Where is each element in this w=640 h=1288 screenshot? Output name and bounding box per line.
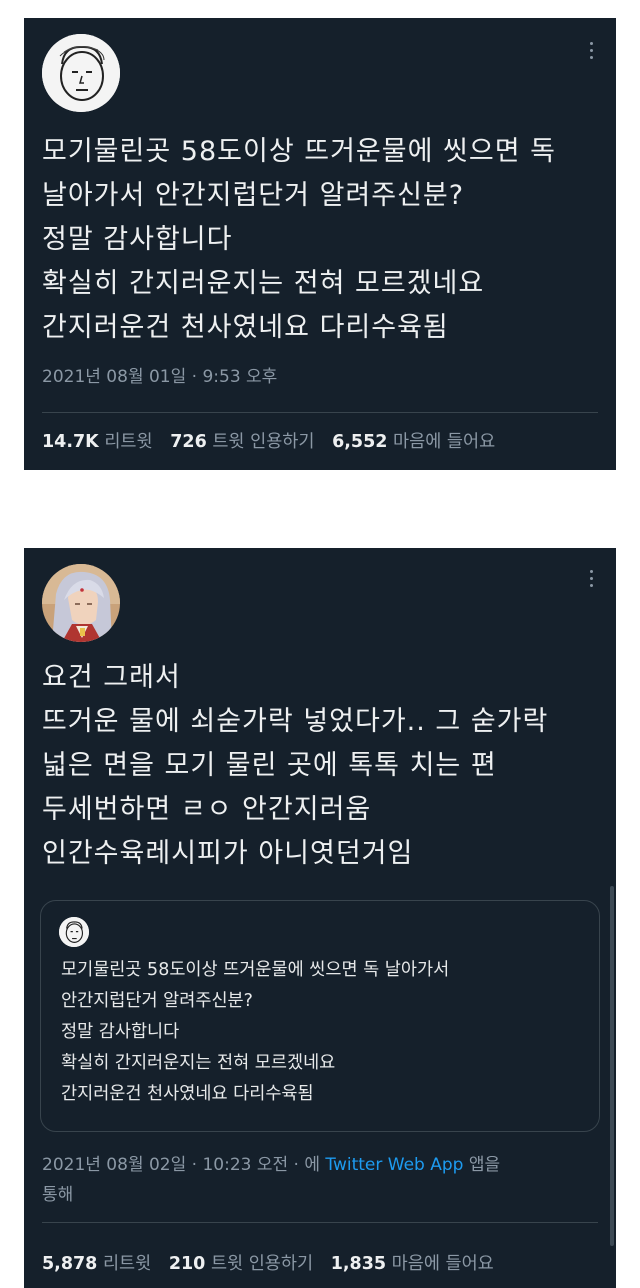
tweet-text-line: 두세번하면 ㄹㅇ 안간지러움 [42, 794, 372, 825]
like-count: 6,552 [332, 432, 388, 452]
tweet-text: 모기물린곳 58도이상 뜨거운물에 씻으면 독 날아가서 안간지럽단거 알려주신… [42, 130, 598, 350]
like-label: 마음에 들어요 [393, 432, 496, 452]
timestamp-text[interactable]: 2021년 08월 02일 · 10:23 오전 · 에 [42, 1155, 325, 1175]
anime-character-avatar-icon [42, 564, 120, 642]
divider [42, 1222, 598, 1223]
more-options-icon[interactable] [588, 42, 594, 59]
quoted-text-line: 확실히 간지러운지는 전혀 모르겠네요 [61, 1053, 336, 1073]
quoted-text-line: 안간지럽단거 알려주신분? [61, 991, 253, 1011]
retweet-count: 14.7K [42, 432, 99, 452]
like-label: 마음에 들어요 [391, 1254, 494, 1274]
like-count-link[interactable]: 1,835 마음에 들어요 [331, 1254, 494, 1274]
tweet-text-line: 뜨거운 물에 쇠숟가락 넣었다가.. 그 숟가락 [42, 706, 549, 737]
engagement-stats: 5,878 리트윗 210 트윗 인용하기 1,835 마음에 들어요 [42, 1250, 606, 1275]
timestamp-suffix: 앱을 [463, 1155, 501, 1175]
quote-label: 트윗 인용하기 [212, 432, 315, 452]
divider [42, 412, 598, 413]
tweet-text-line: 날아가서 안간지럽단거 알려주신분? [42, 180, 465, 211]
tweet-card-original[interactable]: 모기물린곳 58도이상 뜨거운물에 씻으면 독 날아가서 안간지럽단거 알려주신… [24, 18, 616, 470]
retweet-count-link[interactable]: 14.7K 리트윗 [42, 432, 153, 452]
quoted-tweet[interactable]: 모기물린곳 58도이상 뜨거운물에 씻으면 독 날아가서 안간지럽단거 알려주신… [40, 900, 600, 1132]
quote-count-link[interactable]: 726 트윗 인용하기 [170, 432, 314, 452]
retweet-count-link[interactable]: 5,878 리트윗 [42, 1254, 151, 1274]
quote-count: 726 [170, 432, 207, 452]
quote-label: 트윗 인용하기 [210, 1254, 314, 1274]
retweet-count: 5,878 [42, 1254, 98, 1274]
tweet-text: 요건 그래서 뜨거운 물에 쇠숟가락 넣었다가.. 그 숟가락 넓은 면을 모기… [42, 656, 598, 876]
via-app-link[interactable]: Twitter Web App [325, 1155, 463, 1175]
tweet-text-line: 정말 감사합니다 [42, 224, 233, 255]
retweet-label: 리트윗 [104, 432, 153, 452]
quoted-text-line: 간지러운건 천사였네요 다리수육됨 [61, 1084, 314, 1104]
tweet-text-line: 간지러운건 천사였네요 다리수육됨 [42, 312, 449, 343]
tweet-timestamp[interactable]: 2021년 08월 01일 · 9:53 오후 [42, 362, 598, 392]
tweet-text-line: 넓은 면을 모기 물린 곳에 톡톡 치는 편 [42, 750, 497, 781]
quoted-text-line: 정말 감사합니다 [61, 1022, 180, 1042]
like-count-link[interactable]: 6,552 마음에 들어요 [332, 432, 495, 452]
quoted-author-avatar [59, 917, 89, 947]
retweet-label: 리트윗 [102, 1254, 152, 1274]
tweet-text-line: 확실히 간지러운지는 전혀 모르겠네요 [42, 268, 485, 299]
scrollbar[interactable] [610, 886, 614, 1246]
doodle-face-avatar-icon [42, 34, 120, 112]
timestamp-line2: 통해 [42, 1185, 74, 1205]
quoted-tweet-text: 모기물린곳 58도이상 뜨거운물에 씻으면 독 날아가서 안간지럽단거 알려주신… [61, 955, 449, 1110]
author-avatar[interactable] [42, 564, 120, 642]
doodle-face-avatar-icon [59, 917, 89, 947]
like-count: 1,835 [330, 1254, 387, 1274]
tweet-text-line: 인간수육레시피가 아니엿던거임 [42, 838, 414, 869]
engagement-stats: 14.7K 리트윗 726 트윗 인용하기 6,552 마음에 들어요 [42, 428, 606, 453]
quoted-text-line: 모기물린곳 58도이상 뜨거운물에 씻으면 독 날아가서 [61, 960, 450, 980]
quote-count: 210 [168, 1254, 206, 1274]
tweet-timestamp: 2021년 08월 02일 · 10:23 오전 · 에 Twitter Web… [42, 1150, 598, 1210]
author-avatar[interactable] [42, 34, 120, 112]
tweet-card-reply[interactable]: 요건 그래서 뜨거운 물에 쇠숟가락 넣었다가.. 그 숟가락 넓은 면을 모기… [24, 548, 616, 1288]
more-options-icon[interactable] [588, 570, 594, 587]
tweet-text-line: 요건 그래서 [42, 662, 181, 693]
tweet-text-line: 모기물린곳 58도이상 뜨거운물에 씻으면 독 [42, 136, 556, 167]
quote-count-link[interactable]: 210 트윗 인용하기 [169, 1254, 313, 1274]
